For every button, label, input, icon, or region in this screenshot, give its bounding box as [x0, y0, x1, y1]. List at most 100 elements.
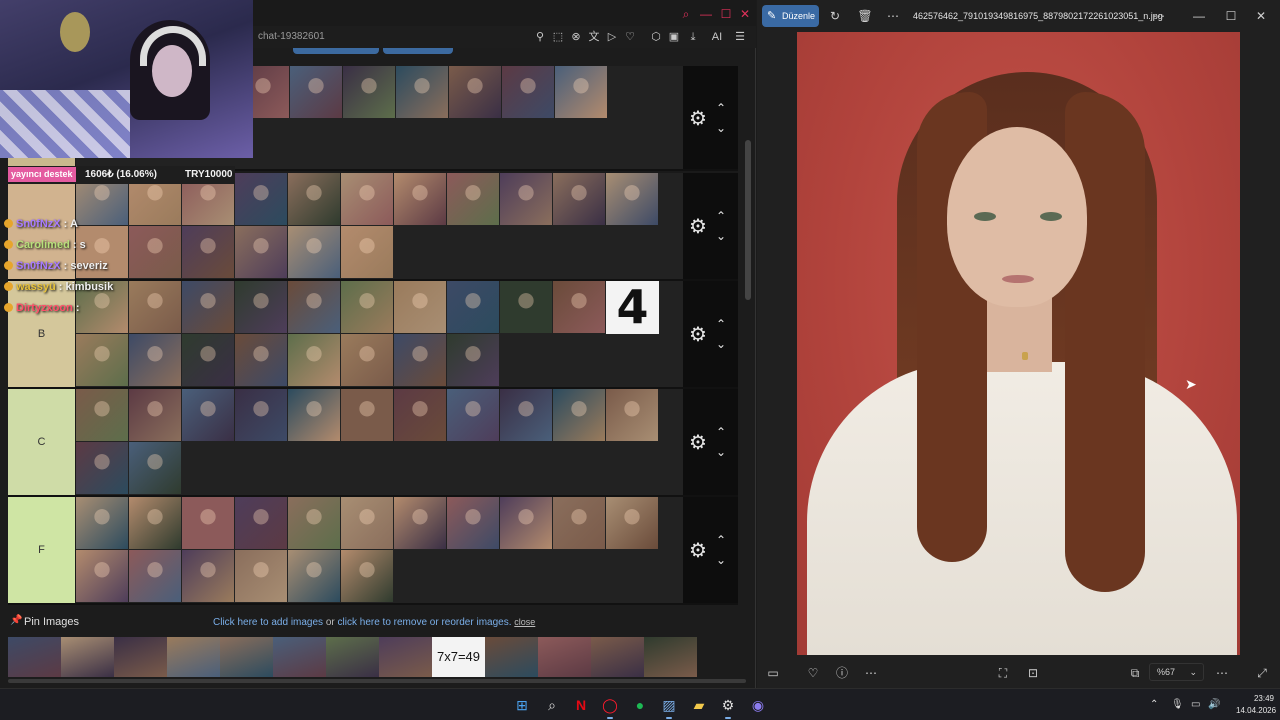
tier-image[interactable]: [288, 173, 341, 226]
maximize-icon[interactable]: ☐: [719, 7, 733, 21]
tier-image[interactable]: [288, 334, 341, 387]
download-icon[interactable]: ⤓: [686, 30, 700, 44]
fit-icon[interactable]: ⛶: [995, 665, 1011, 681]
chevron-down-icon[interactable]: ⌄: [713, 553, 729, 567]
gear-icon[interactable]: ⚙: [687, 540, 709, 562]
rotate-icon[interactable]: ↻: [827, 8, 843, 24]
gear-icon[interactable]: ⚙: [687, 108, 709, 130]
photos-icon[interactable]: ▨: [659, 695, 679, 719]
delete-icon[interactable]: 🗑: [857, 8, 873, 24]
tier-image[interactable]: [394, 497, 447, 550]
tier-image[interactable]: [447, 389, 500, 442]
page-tab-button[interactable]: [293, 48, 379, 54]
heart-icon[interactable]: ♡: [623, 30, 637, 44]
tier-image[interactable]: [606, 389, 659, 442]
tier-image[interactable]: [182, 226, 235, 279]
translate-icon[interactable]: 文: [587, 30, 601, 44]
tier-image[interactable]: [553, 497, 606, 550]
chevron-down-icon[interactable]: ⌄: [713, 445, 729, 459]
close-icon[interactable]: ✕: [738, 7, 752, 21]
tier-image[interactable]: [76, 442, 129, 495]
vertical-scrollbar[interactable]: [745, 140, 751, 300]
tier-image[interactable]: [235, 334, 288, 387]
chevron-up-icon[interactable]: ⌃: [713, 209, 729, 223]
tier-image[interactable]: [553, 173, 606, 226]
menu-icon[interactable]: ☰: [733, 30, 747, 44]
tier-image[interactable]: [182, 389, 235, 442]
clock[interactable]: 23:49 14.04.2026: [1236, 693, 1276, 717]
tier-image[interactable]: [341, 389, 394, 442]
chevron-up-icon[interactable]: ⌃: [713, 425, 729, 439]
pin-image[interactable]: 7x7=49: [432, 637, 485, 677]
tier-label[interactable]: B: [8, 281, 75, 387]
file-explorer-icon[interactable]: ▰: [689, 695, 709, 715]
tier-image-number-four[interactable]: 4: [606, 281, 659, 334]
minimize-icon[interactable]: —: [1191, 8, 1207, 24]
volume-icon[interactable]: 🔊: [1208, 699, 1220, 710]
spotify-icon[interactable]: ●: [630, 695, 650, 715]
zoom-fit-icon[interactable]: ⧉: [1127, 665, 1143, 681]
tier-image[interactable]: [76, 497, 129, 550]
more-icon[interactable]: ⋯: [863, 665, 879, 681]
chevron-up-icon[interactable]: ⌃: [713, 317, 729, 331]
tier-image[interactable]: [606, 497, 659, 550]
tier-image[interactable]: [396, 66, 449, 119]
tier-image[interactable]: [447, 173, 500, 226]
pin-image[interactable]: [114, 637, 167, 677]
remove-images-link[interactable]: click here to remove or reorder images.: [338, 617, 512, 628]
chevron-down-icon[interactable]: ⌄: [713, 229, 729, 243]
netflix-icon[interactable]: N: [571, 695, 591, 715]
pin-image[interactable]: [326, 637, 379, 677]
page-tab-button[interactable]: [383, 48, 453, 54]
tier-image[interactable]: [129, 226, 182, 279]
tier-label[interactable]: C: [8, 389, 75, 495]
search-icon[interactable]: ⌕: [679, 7, 693, 21]
tier-image[interactable]: [182, 334, 235, 387]
maximize-icon[interactable]: ☐: [1223, 8, 1239, 24]
tier-image[interactable]: [341, 281, 394, 334]
pin-image[interactable]: [273, 637, 326, 677]
tier-image[interactable]: [606, 173, 659, 226]
pin-image[interactable]: [8, 637, 61, 677]
tray-chevron-icon[interactable]: ⌃: [1150, 699, 1158, 710]
extension-icon[interactable]: ▣: [667, 30, 681, 44]
tier-image[interactable]: [288, 389, 341, 442]
close-icon[interactable]: ✕: [1253, 8, 1269, 24]
tier-image[interactable]: [129, 497, 182, 550]
tier-image[interactable]: [76, 334, 129, 387]
pin-image[interactable]: [591, 637, 644, 677]
pin-image[interactable]: [485, 637, 538, 677]
info-icon[interactable]: ⓘ: [834, 665, 850, 681]
screenshot-icon[interactable]: ⬚: [551, 30, 565, 44]
more-options-icon[interactable]: ⋯: [1151, 8, 1167, 24]
more-icon[interactable]: ⋯: [1214, 665, 1230, 681]
tier-label[interactable]: F: [8, 497, 75, 603]
more-icon[interactable]: ⋯: [885, 8, 901, 24]
gear-icon[interactable]: ⚙: [687, 216, 709, 238]
start-icon[interactable]: ⊞: [512, 695, 532, 715]
filmstrip-icon[interactable]: ▭: [765, 665, 781, 681]
close-link[interactable]: close: [514, 617, 535, 627]
tier-image[interactable]: [341, 497, 394, 550]
tier-image[interactable]: [76, 550, 129, 603]
tier-image[interactable]: [447, 497, 500, 550]
tier-image[interactable]: [343, 66, 396, 119]
gear-icon[interactable]: ⚙: [687, 324, 709, 346]
tier-image[interactable]: [182, 550, 235, 603]
tier-image[interactable]: [129, 334, 182, 387]
chevron-up-icon[interactable]: ⌃: [713, 101, 729, 115]
add-images-link[interactable]: Click here to add images: [213, 617, 323, 628]
tier-image[interactable]: [500, 497, 553, 550]
pin-image[interactable]: [379, 637, 432, 677]
tier-image[interactable]: [288, 497, 341, 550]
tier-image[interactable]: [449, 66, 502, 119]
opera-gx-icon[interactable]: ◯: [600, 695, 620, 719]
tier-image[interactable]: [288, 226, 341, 279]
tier-image[interactable]: [288, 281, 341, 334]
tier-image[interactable]: [500, 281, 553, 334]
tier-image[interactable]: [235, 550, 288, 603]
extensions-icon[interactable]: ⬡: [649, 30, 663, 44]
tier-image[interactable]: [235, 226, 288, 279]
tier-image[interactable]: [235, 173, 288, 226]
microphone-icon[interactable]: 🎙: [1171, 699, 1184, 710]
